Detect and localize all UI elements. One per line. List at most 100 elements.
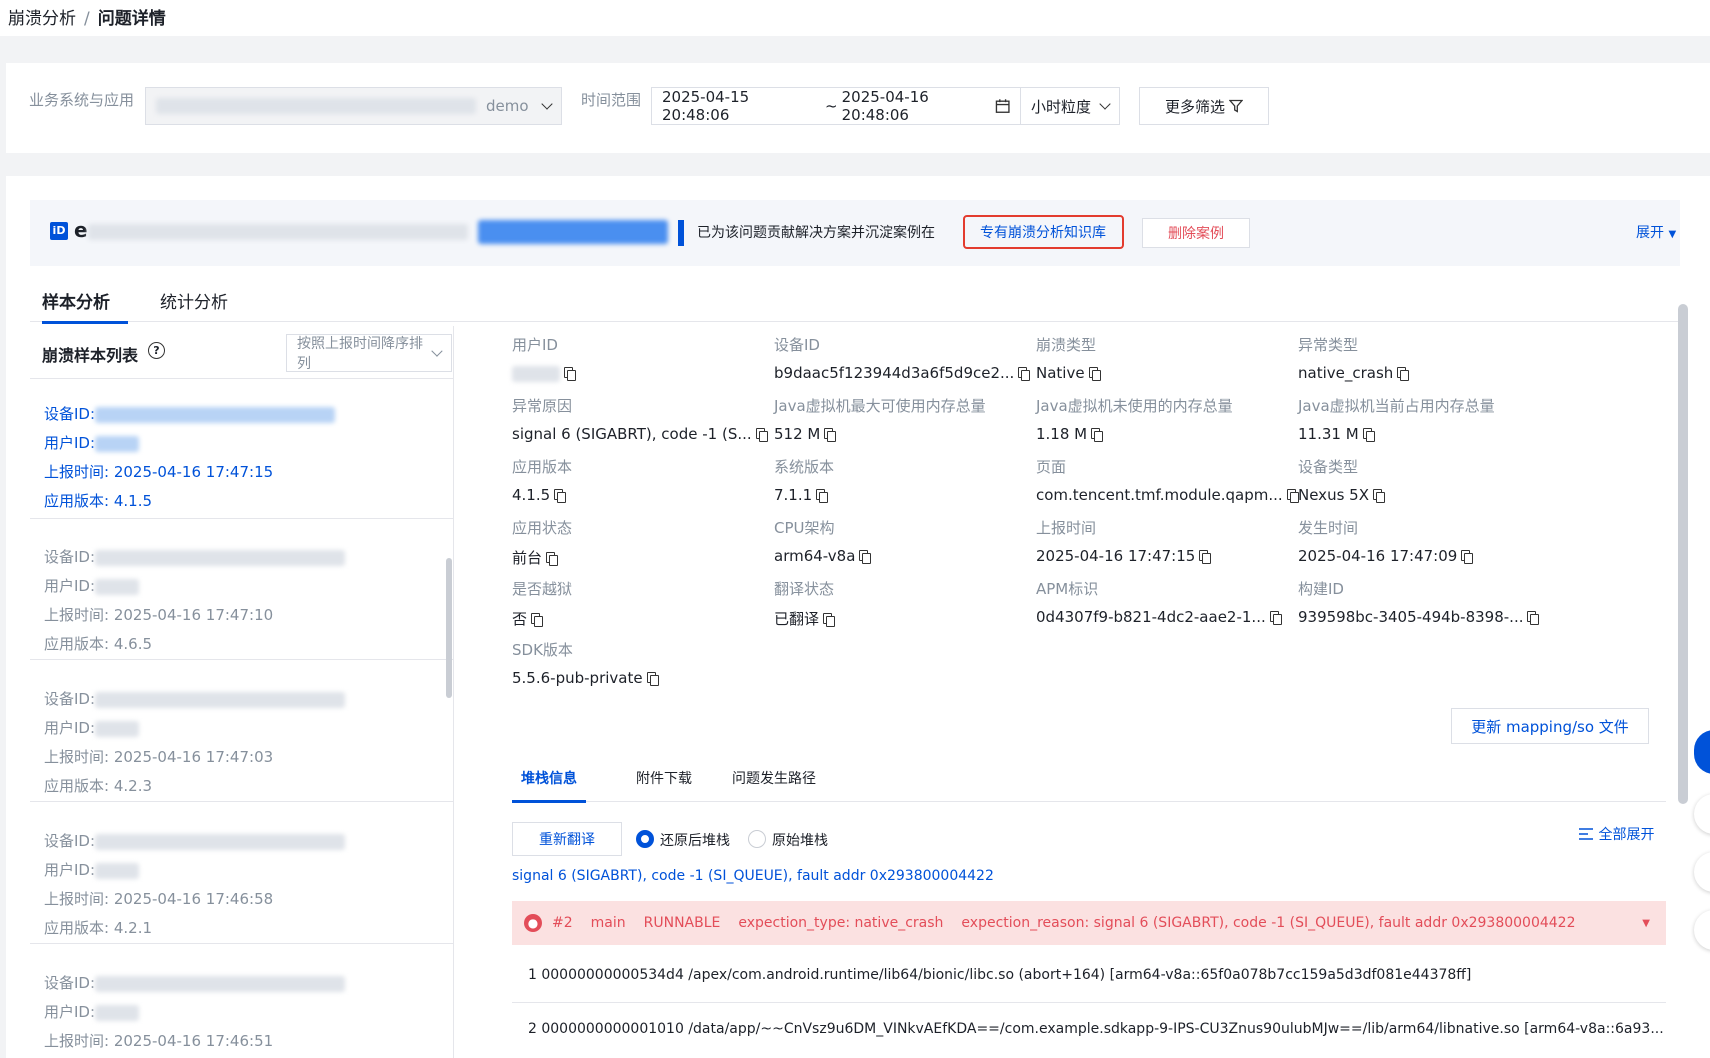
copy-icon[interactable]	[1372, 489, 1385, 503]
detail-label: 异常原因	[512, 397, 573, 415]
detail-value-row: 4.1.5	[512, 486, 762, 504]
kb-link[interactable]: 专有崩溃分析知识库	[980, 222, 1106, 242]
radio-raw[interactable]	[748, 830, 766, 848]
copy-icon[interactable]	[755, 428, 768, 442]
detail-label: 应用状态	[512, 519, 573, 537]
copy-icon[interactable]	[546, 552, 559, 566]
chevron-down-icon	[541, 98, 553, 110]
sample-list-divider	[30, 378, 453, 379]
sample-item[interactable]: 设备ID: 用户ID: 上报时间: 2025-04-16 17:47:03 应用…	[30, 671, 453, 802]
detail-value: 939598bc-3405-494b-8398-...	[1298, 608, 1524, 626]
copy-icon[interactable]	[531, 613, 544, 627]
detail-value-row: native_crash	[1298, 364, 1548, 382]
contribute-text: 已为该问题贡献解决方案并沉淀案例在	[697, 225, 935, 241]
copy-icon[interactable]	[824, 428, 837, 442]
detail-item: 系统版本 7.1.1	[774, 456, 1024, 504]
detail-value: 4.1.5	[512, 486, 551, 504]
calendar-icon	[995, 99, 1010, 113]
tab-stack-info[interactable]: 堆栈信息	[512, 768, 586, 803]
detail-value-row: 939598bc-3405-494b-8398-...	[1298, 608, 1548, 626]
detail-item: 异常原因 signal 6 (SIGABRT), code -1 (S...	[512, 395, 768, 443]
tab-issue-path[interactable]: 问题发生路径	[732, 768, 816, 788]
time-range-picker[interactable]: 2025-04-15 20:48:06 ~ 2025-04-16 20:48:0…	[651, 87, 1021, 125]
retranslate-button[interactable]: 重新翻译	[512, 822, 622, 856]
sample-user: 用户ID:	[44, 714, 440, 743]
breadcrumb-parent[interactable]: 崩溃分析	[8, 9, 76, 29]
sample-list-scrollbar[interactable]	[446, 558, 452, 698]
detail-item: 上报时间 2025-04-16 17:47:15	[1036, 517, 1286, 565]
copy-icon[interactable]	[859, 550, 872, 564]
sample-item[interactable]: 设备ID: 用户ID: 上报时间: 2025-04-16 17:46:58 应用…	[30, 813, 453, 944]
detail-label: SDK版本	[512, 641, 573, 659]
copy-icon[interactable]	[564, 367, 576, 381]
detail-value-row: b9daac5f123944d3a6f5d9ce2...	[774, 364, 1031, 382]
tab-sample-analysis[interactable]: 样本分析	[42, 288, 128, 324]
sample-user: 用户ID:	[44, 572, 440, 601]
copy-icon[interactable]	[1088, 367, 1101, 381]
sample-version: 应用版本: 4.6.5	[44, 635, 153, 653]
more-filters-button[interactable]: 更多筛选	[1139, 87, 1269, 125]
delete-case-button[interactable]: 删除案例	[1142, 218, 1250, 248]
granularity-select[interactable]: 小时粒度	[1020, 87, 1120, 125]
system-select[interactable]: demo	[145, 87, 562, 125]
time-end: 2025-04-16 20:48:06	[841, 88, 929, 124]
copy-icon[interactable]	[1527, 611, 1540, 625]
radio-restored[interactable]	[636, 830, 654, 848]
detail-label: 崩溃类型	[1036, 336, 1097, 354]
granularity-value: 小时粒度	[1031, 97, 1092, 116]
expand-all-button[interactable]: 全部展开	[1578, 824, 1654, 844]
chevron-down-icon	[1099, 98, 1111, 110]
copy-icon[interactable]	[1018, 367, 1031, 381]
detail-scrollbar[interactable]	[1678, 304, 1688, 804]
stack-frame: 2 0000000000001010 /data/app/~~CnVsz9u6D…	[528, 1021, 1664, 1037]
copy-icon[interactable]	[1362, 428, 1375, 442]
copy-icon[interactable]	[1199, 550, 1212, 564]
id-icon: iD	[50, 222, 68, 240]
detail-value: 7.1.1	[774, 486, 813, 504]
detail-item: 崩溃类型 Native	[1036, 334, 1286, 382]
sort-select[interactable]: 按照上报时间降序排列	[286, 334, 452, 372]
detail-value: 2025-04-16 17:47:15	[1036, 547, 1196, 565]
breadcrumb: 崩溃分析 / 问题详情	[0, 0, 1710, 36]
detail-label: 设备ID	[774, 336, 820, 354]
copy-icon[interactable]	[816, 489, 829, 503]
sample-item[interactable]: 设备ID: 用户ID: 上报时间: 2025-04-16 17:46:51	[30, 955, 453, 1058]
copy-icon[interactable]	[1091, 428, 1104, 442]
detail-value: 1.18 M	[1036, 425, 1088, 443]
detail-item: APM标识 0d4307f9-b821-4dc2-aae2-1...	[1036, 578, 1286, 626]
expand-button[interactable]: 展开 ▼	[1636, 222, 1676, 242]
detail-value-row: Native	[1036, 364, 1286, 382]
tab-statistics[interactable]: 统计分析	[160, 288, 228, 313]
tab-attachments[interactable]: 附件下载	[636, 768, 692, 788]
copy-icon[interactable]	[1397, 367, 1410, 381]
copy-icon[interactable]	[554, 489, 567, 503]
sample-item[interactable]: 设备ID: 用户ID: 上报时间: 2025-04-16 17:47:15 应用…	[30, 386, 453, 519]
detail-value: 5.5.6-pub-private	[512, 669, 643, 687]
sample-item[interactable]: 设备ID: 用户ID: 上报时间: 2025-04-16 17:47:10 应用…	[30, 529, 453, 660]
detail-value-row: 2025-04-16 17:47:15	[1036, 547, 1286, 565]
thread-row[interactable]: ● #2 main RUNNABLE expection_type: nativ…	[512, 901, 1666, 945]
copy-icon[interactable]	[1286, 489, 1299, 503]
copy-icon[interactable]	[823, 613, 836, 627]
issue-title-redacted	[478, 220, 668, 244]
time-start: 2025-04-15 20:48:06	[662, 88, 750, 124]
detail-item: 设备ID b9daac5f123944d3a6f5d9ce2...	[774, 334, 1031, 382]
banner-accent	[678, 220, 684, 246]
help-icon[interactable]: ?	[148, 342, 165, 359]
detail-item: 是否越狱否	[512, 578, 762, 629]
update-mapping-button[interactable]: 更新 mapping/so 文件	[1451, 708, 1649, 744]
detail-label: 用户ID	[512, 336, 558, 354]
copy-icon[interactable]	[646, 672, 659, 686]
thread-type: expection_type: native_crash	[738, 915, 944, 931]
sample-version: 应用版本: 4.2.3	[44, 777, 153, 795]
detail-item: 应用版本 4.1.5	[512, 456, 762, 504]
copy-icon[interactable]	[1269, 611, 1282, 625]
sample-time: 上报时间: 2025-04-16 17:47:15	[44, 463, 274, 481]
copy-icon[interactable]	[1461, 550, 1474, 564]
detail-label: 应用版本	[512, 458, 573, 476]
detail-value-row: Nexus 5X	[1298, 486, 1548, 504]
detail-value-row: 1.18 M	[1036, 425, 1286, 443]
breadcrumb-current: 问题详情	[97, 9, 166, 29]
detail-item: 页面 com.tencent.tmf.module.qapm...	[1036, 456, 1299, 504]
sample-time: 上报时间: 2025-04-16 17:46:58	[44, 890, 274, 908]
